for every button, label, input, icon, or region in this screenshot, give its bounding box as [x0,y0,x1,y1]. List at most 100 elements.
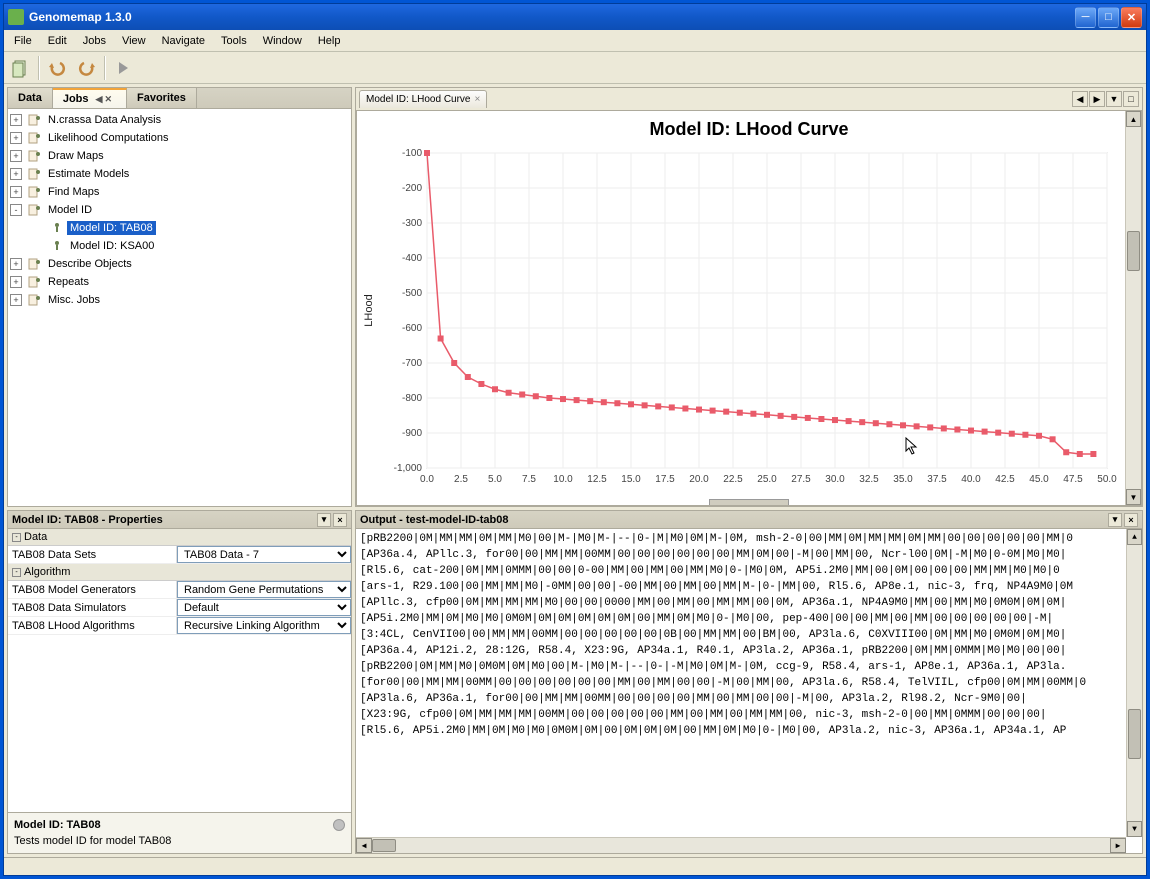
menubar: File Edit Jobs View Navigate Tools Windo… [4,30,1146,52]
scroll-down-icon[interactable]: ▼ [1127,821,1142,837]
output-horizontal-scrollbar[interactable]: ◀ ▶ [356,837,1126,853]
output-body[interactable]: [pRB2200|0M|MM|MM|0M|MM|M0|00|M-|M0|M-|-… [356,529,1142,853]
tree-toggle-icon[interactable]: + [10,114,22,126]
tree-label: Likelihood Computations [45,131,171,145]
tree-toggle-icon[interactable]: + [10,294,22,306]
maximize-chart-icon[interactable]: □ [1123,91,1139,107]
prop-lhood-select[interactable]: Recursive Linking Algorithm [177,617,351,634]
tree-item[interactable]: +Misc. Jobs [10,291,349,309]
tree-item[interactable]: + Likelihood Computations [10,129,349,147]
undo-icon[interactable] [42,55,72,81]
scroll-down-icon[interactable]: ▼ [1126,489,1141,505]
tree-item[interactable]: +Draw Maps [10,147,349,165]
chart-vertical-scrollbar[interactable]: ▲ ▼ [1125,111,1141,505]
tree-toggle-icon[interactable]: + [10,258,22,270]
prop-datasets-select[interactable]: TAB08 Data - 7 [177,546,351,563]
svg-text:37.5: 37.5 [927,474,947,485]
new-file-icon[interactable] [6,55,36,81]
chart-panel: Model ID: LHood Curve × ◀ ▶ ▼ □ Model ID… [355,87,1143,507]
tree-item[interactable]: +Estimate Models [10,165,349,183]
svg-text:50.0: 50.0 [1097,474,1117,485]
tree-item[interactable]: -Model ID [10,201,349,219]
close-button[interactable]: ✕ [1121,7,1142,28]
tree-item[interactable]: Model ID: TAB08 [10,219,349,237]
tree-toggle-icon[interactable]: + [10,276,22,288]
tab-jobs[interactable]: Jobs ◀✕ [53,88,127,108]
properties-footer-desc: Tests model ID for model TAB08 [14,835,345,847]
chart-plot: -100-200-300-400-500-600-700-800-900-1,0… [357,148,1117,506]
svg-text:-700: -700 [402,358,422,369]
close-tab-icon[interactable]: ✕ [104,94,112,105]
run-icon[interactable] [108,55,138,81]
scroll-thumb[interactable] [372,839,396,852]
prop-modelgen-select[interactable]: Random Gene Permutations [177,581,351,598]
output-vertical-scrollbar[interactable]: ▲ ▼ [1126,529,1142,837]
menu-edit[interactable]: Edit [40,32,75,50]
tab-jobs-label: Jobs [63,93,89,105]
tree-toggle-icon[interactable]: + [10,168,22,180]
tree-label: N.crassa Data Analysis [45,113,164,127]
svg-text:47.5: 47.5 [1063,474,1083,485]
scroll-thumb[interactable] [1127,231,1140,271]
job-icon [28,257,42,271]
group-algorithm[interactable]: -Algorithm [8,564,351,581]
properties-options-icon[interactable]: ▾ [317,513,331,527]
minimize-button[interactable]: ─ [1075,7,1096,28]
prev-chart-icon[interactable]: ◀ [1072,91,1088,107]
job-icon [28,203,42,217]
job-icon [28,185,42,199]
tree-item[interactable]: Model ID: KSA00 [10,237,349,255]
run-icon [50,221,64,235]
jobs-tree[interactable]: + N.crassa Data Analysis + Likelihood Compu… [8,109,351,506]
menu-help[interactable]: Help [310,32,349,50]
svg-text:2.5: 2.5 [454,474,468,485]
menu-view[interactable]: View [114,32,154,50]
svg-text:7.5: 7.5 [522,474,536,485]
tree-toggle-icon[interactable]: + [10,132,22,144]
output-close-icon[interactable]: × [1124,513,1138,527]
svg-text:-1,000: -1,000 [394,463,423,474]
tree-item[interactable]: +Find Maps [10,183,349,201]
tree-item[interactable]: + Repeats [10,273,349,291]
scroll-up-icon[interactable]: ▲ [1126,111,1141,127]
svg-text:27.5: 27.5 [791,474,811,485]
properties-close-icon[interactable]: × [333,513,347,527]
next-chart-icon[interactable]: ▶ [1089,91,1105,107]
maximize-button[interactable]: □ [1098,7,1119,28]
group-data[interactable]: -Data [8,529,351,546]
splitter-handle[interactable] [709,499,789,505]
menu-tools[interactable]: Tools [213,32,255,50]
tree-toggle-icon[interactable]: - [10,204,22,216]
chart-area[interactable]: Model ID: LHood Curve -100-200-300-400-5… [356,110,1142,506]
tree-item[interactable]: +Describe Objects [10,255,349,273]
tab-favorites[interactable]: Favorites [127,88,197,108]
properties-footer: Model ID: TAB08 Tests model ID for model… [8,812,351,853]
tab-data[interactable]: Data [8,88,53,108]
scroll-left-icon[interactable]: ◀ [96,94,103,105]
svg-text:42.5: 42.5 [995,474,1015,485]
tree-toggle-icon[interactable]: + [10,150,22,162]
dropdown-chart-icon[interactable]: ▼ [1106,91,1122,107]
scroll-up-icon[interactable]: ▲ [1127,529,1142,545]
scroll-thumb[interactable] [1128,709,1141,759]
menu-window[interactable]: Window [255,32,310,50]
job-icon [28,275,42,289]
tree-item[interactable]: + N.crassa Data Analysis [10,111,349,129]
titlebar[interactable]: Genomemap 1.3.0 ─ □ ✕ [4,4,1146,30]
close-chart-tab-icon[interactable]: × [475,94,481,105]
output-options-icon[interactable]: ▾ [1108,513,1122,527]
tree-label: Repeats [45,275,92,289]
status-dot-icon [333,819,345,831]
scroll-right-icon[interactable]: ▶ [1110,838,1126,853]
chart-tab[interactable]: Model ID: LHood Curve × [359,90,487,108]
job-icon [28,293,42,307]
menu-file[interactable]: File [6,32,40,50]
chart-tab-label: Model ID: LHood Curve [366,94,471,105]
redo-icon[interactable] [72,55,102,81]
menu-navigate[interactable]: Navigate [154,32,213,50]
prop-datasim-select[interactable]: Default [177,599,351,616]
tree-toggle-icon[interactable]: + [10,186,22,198]
scroll-left-icon[interactable]: ◀ [356,838,372,853]
svg-text:-400: -400 [402,253,422,264]
menu-jobs[interactable]: Jobs [75,32,114,50]
